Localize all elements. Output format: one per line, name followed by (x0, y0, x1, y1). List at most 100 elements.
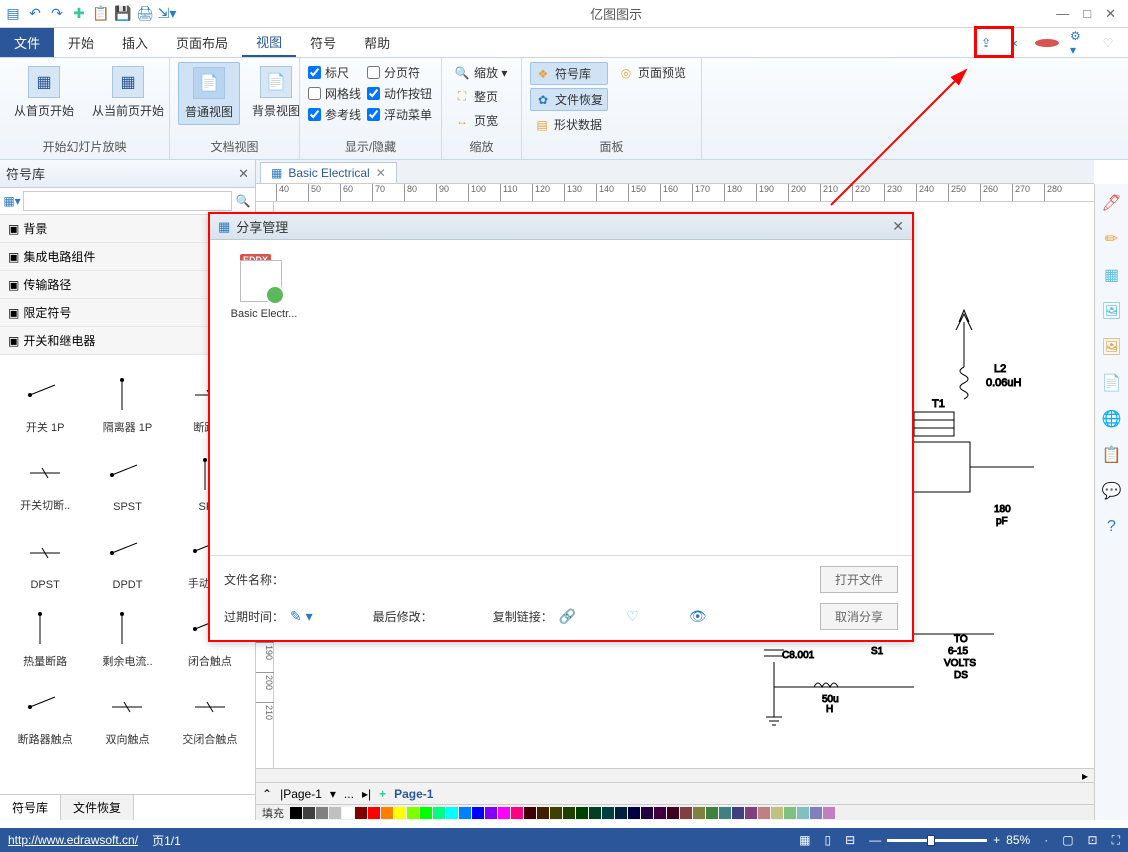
color-swatch[interactable] (316, 807, 328, 819)
window-minimize-icon[interactable]: — (1056, 6, 1069, 22)
right-tool-2[interactable]: ▦ (1101, 264, 1123, 286)
right-tool-3[interactable]: 🖼 (1101, 300, 1123, 322)
window-close-icon[interactable]: ✕ (1105, 6, 1116, 22)
chk-guides[interactable]: 参考线 (308, 106, 361, 123)
page-nav-first-icon[interactable]: ⌃ (262, 787, 272, 801)
color-swatch[interactable] (680, 807, 692, 819)
gear-icon[interactable]: ⚙ ▾ (1070, 33, 1090, 53)
right-tool-5[interactable]: 📄 (1101, 372, 1123, 394)
menu-symbol[interactable]: 符号 (296, 28, 350, 57)
zoom-slider[interactable] (887, 839, 987, 842)
sidebar-tab-symbols[interactable]: 符号库 (0, 795, 61, 820)
right-tool-9[interactable]: ? (1101, 516, 1123, 538)
menu-start[interactable]: 开始 (54, 28, 108, 57)
color-swatch[interactable] (810, 807, 822, 819)
sidebar-close-icon[interactable]: ✕ (238, 166, 249, 182)
color-swatch[interactable] (589, 807, 601, 819)
color-swatch[interactable] (628, 807, 640, 819)
shape-item[interactable]: DPST (6, 517, 84, 591)
color-swatch[interactable] (420, 807, 432, 819)
right-tool-0[interactable]: 🖊 (1101, 192, 1123, 214)
shape-item[interactable]: 热量断路 (6, 595, 84, 669)
color-swatch[interactable] (290, 807, 302, 819)
sidebar-lib-icon[interactable]: ▦▾ (3, 192, 21, 210)
color-swatch[interactable] (745, 807, 757, 819)
menu-help[interactable]: 帮助 (350, 28, 404, 57)
page-tab-1[interactable]: Page-1 (394, 787, 433, 801)
color-swatch[interactable] (823, 807, 835, 819)
qat-redo-icon[interactable]: ↷ (48, 5, 66, 23)
color-swatch[interactable] (355, 807, 367, 819)
panel-preview-button[interactable]: ◎页面预览 (614, 62, 690, 83)
color-swatch[interactable] (537, 807, 549, 819)
shape-item[interactable]: 开关 1P (6, 361, 84, 435)
zoom-in-icon[interactable]: + (993, 833, 1000, 847)
shape-item[interactable]: 剩余电流.. (88, 595, 166, 669)
dialog-close-icon[interactable]: ✕ (892, 218, 904, 235)
chk-grid[interactable]: 网格线 (308, 85, 361, 102)
qat-new-icon[interactable]: ✚ (70, 5, 88, 23)
color-swatch[interactable] (368, 807, 380, 819)
status-view3-icon[interactable]: ⊟ (845, 833, 855, 847)
slideshow-from-first-button[interactable]: ▦从首页开始 (8, 62, 80, 123)
shape-item[interactable]: SPST (88, 439, 166, 513)
color-swatch[interactable] (446, 807, 458, 819)
cancel-share-button[interactable]: 取消分享 (820, 603, 898, 630)
slideshow-from-current-button[interactable]: ▦从当前页开始 (86, 62, 170, 123)
eye-icon[interactable]: 👁 (689, 608, 707, 625)
heart-icon[interactable]: ♡ (626, 608, 639, 625)
normal-view-button[interactable]: 📄普通视图 (178, 62, 240, 125)
color-swatch[interactable] (797, 807, 809, 819)
right-tool-1[interactable]: ✏ (1101, 228, 1123, 250)
color-swatch[interactable] (706, 807, 718, 819)
color-swatch[interactable] (394, 807, 406, 819)
color-swatch[interactable] (433, 807, 445, 819)
qat-paste-icon[interactable]: 📋 (92, 5, 110, 23)
qat-export-icon[interactable]: ⇲▾ (158, 5, 176, 23)
shared-file-item[interactable]: EDDX Basic Electr... (224, 254, 304, 320)
page-nav[interactable]: |Page-1 (280, 787, 322, 801)
link-icon[interactable]: 🔗 (559, 608, 576, 625)
shape-item[interactable]: DPDT (88, 517, 166, 591)
menu-file[interactable]: 文件 (0, 28, 54, 57)
color-swatch[interactable] (667, 807, 679, 819)
doc-tab-close-icon[interactable]: ✕ (376, 166, 386, 180)
sidebar-tab-recover[interactable]: 文件恢复 (61, 795, 134, 820)
panel-shapedata-button[interactable]: ▤形状数据 (530, 114, 608, 135)
color-swatch[interactable] (693, 807, 705, 819)
sidebar-search-input[interactable] (23, 191, 232, 211)
status-ic2-icon[interactable]: ⊡ (1088, 833, 1098, 847)
color-swatch[interactable] (602, 807, 614, 819)
right-tool-7[interactable]: 📋 (1101, 444, 1123, 466)
chk-action[interactable]: 动作按钮 (367, 85, 432, 102)
shape-item[interactable]: 交闭合触点 (171, 673, 249, 747)
color-swatch[interactable] (563, 807, 575, 819)
chk-pagebreak[interactable]: 分页符 (367, 64, 432, 81)
color-swatch[interactable] (641, 807, 653, 819)
zoom-out-icon[interactable]: — (869, 833, 881, 847)
background-view-button[interactable]: 📄背景视图 (246, 62, 306, 123)
status-url[interactable]: http://www.edrawsoft.cn/ (8, 833, 138, 847)
zoom-button[interactable]: 🔍缩放 ▾ (450, 62, 511, 83)
right-tool-4[interactable]: 🖼 (1101, 336, 1123, 358)
menu-layout[interactable]: 页面布局 (162, 28, 242, 57)
fit-page-button[interactable]: ⛶整页 (450, 86, 502, 107)
color-swatch[interactable] (758, 807, 770, 819)
edit-icon[interactable]: ✎ ▾ (290, 608, 313, 625)
color-swatch[interactable] (498, 807, 510, 819)
chk-ruler[interactable]: 标尺 (308, 64, 361, 81)
color-swatch[interactable] (771, 807, 783, 819)
right-tool-6[interactable]: 🌐 (1101, 408, 1123, 430)
color-swatch[interactable] (511, 807, 523, 819)
color-swatch[interactable] (654, 807, 666, 819)
shape-item[interactable]: 隔离器 1P (88, 361, 166, 435)
chk-float[interactable]: 浮动菜单 (367, 106, 432, 123)
fit-width-button[interactable]: ↔页宽 (450, 110, 502, 131)
color-swatch[interactable] (576, 807, 588, 819)
color-swatch[interactable] (329, 807, 341, 819)
qat-save-icon[interactable]: 💾 (114, 5, 132, 23)
menu-insert[interactable]: 插入 (108, 28, 162, 57)
open-file-button[interactable]: 打开文件 (820, 566, 898, 593)
color-swatch[interactable] (732, 807, 744, 819)
status-view2-icon[interactable]: ▯ (824, 833, 831, 847)
